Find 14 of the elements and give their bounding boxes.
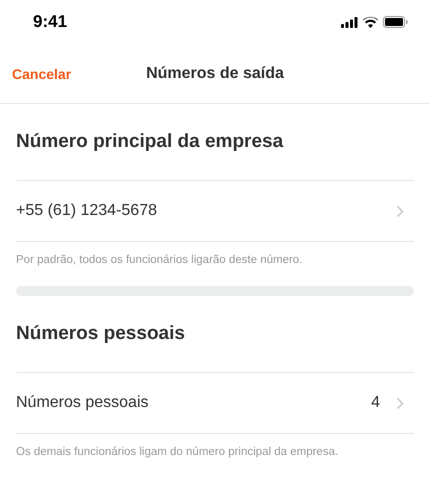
chevron-icon (396, 396, 404, 410)
chevron-icon (396, 204, 404, 218)
section-note: Por padrão, todos os funcionários ligarão deste número. (16, 253, 304, 268)
section-note: Os demais funcionários ligam do número principal da empresa. (16, 445, 340, 460)
section-title: Números pessoais (16, 296, 414, 373)
list-row[interactable]: Números pessoais 4 (16, 373, 414, 434)
list-row[interactable]: +55 (61) 1234-5678 (16, 181, 414, 242)
wifi-icon (363, 16, 378, 28)
battery-icon (383, 16, 408, 28)
nav-title: Números de saída (146, 64, 284, 82)
signal-icon (341, 16, 358, 28)
row-count: 4 (371, 394, 380, 412)
status-time: 9:41 (33, 12, 68, 32)
section-title: Número principal da empresa (16, 104, 414, 181)
